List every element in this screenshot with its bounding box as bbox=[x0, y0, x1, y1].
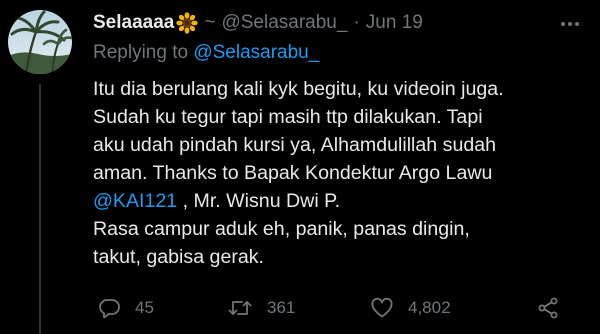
tweet[interactable]: Selaaaaa ~ @Selasarabu_ · Jun 19 Replyin… bbox=[0, 0, 600, 334]
like-button[interactable]: 4,802 bbox=[370, 296, 451, 320]
user-handle[interactable]: @Selasarabu_ bbox=[221, 12, 347, 34]
tweet-text: Itu dia berulang kali kyk begitu, ku vid… bbox=[93, 75, 593, 271]
reply-count: 45 bbox=[135, 298, 154, 317]
replying-to: Replying to @Selasarabu_ bbox=[93, 42, 319, 64]
body-mention[interactable]: @KAI121 bbox=[93, 190, 177, 212]
body-after-mention: , Mr. Wisnu Dwi P. bbox=[177, 190, 341, 212]
retweet-button[interactable]: 361 bbox=[227, 296, 295, 320]
tweet-text-line: aku udah pindah kursi ya, Alhamdulillah … bbox=[93, 134, 497, 156]
tweet-header: Selaaaaa ~ @Selasarabu_ · Jun 19 bbox=[93, 12, 423, 34]
retweet-count: 361 bbox=[267, 298, 296, 317]
tweet-text-line: takut, gabisa gerak. bbox=[93, 246, 265, 268]
replying-to-mention[interactable]: @Selasarabu_ bbox=[193, 42, 319, 63]
sunflower-icon bbox=[176, 12, 199, 34]
display-name[interactable]: Selaaaaa bbox=[93, 12, 174, 34]
share-icon bbox=[536, 296, 560, 320]
heart-icon bbox=[370, 296, 394, 320]
tweet-text-line-mention: @KAI121 , Mr. Wisnu Dwi P. bbox=[93, 187, 593, 215]
reply-button[interactable]: 45 bbox=[97, 296, 154, 320]
tweet-date[interactable]: Jun 19 bbox=[366, 12, 423, 34]
tweet-text-line: Rasa campur aduk eh, panik, panas dingin… bbox=[93, 218, 470, 240]
like-count: 4,802 bbox=[408, 298, 451, 317]
share-button[interactable] bbox=[536, 296, 560, 320]
reply-icon bbox=[97, 296, 121, 320]
more-dots-icon[interactable] bbox=[558, 14, 582, 34]
tweet-text-line: Sudah ku tegur tapi masih ttp dilakukan.… bbox=[93, 106, 483, 128]
tweet-actions: 45 361 4,802 bbox=[93, 296, 573, 322]
tweet-text-line: aman. Thanks to Bapak Kondektur Argo Law… bbox=[93, 162, 493, 184]
tweet-text-line: Itu dia berulang kali kyk begitu, ku vid… bbox=[93, 78, 504, 100]
avatar[interactable] bbox=[8, 10, 72, 74]
header-separator: · bbox=[353, 12, 360, 33]
replying-to-label: Replying to bbox=[93, 42, 189, 63]
retweet-icon bbox=[227, 296, 253, 320]
thread-line bbox=[39, 84, 41, 334]
name-suffix: ~ bbox=[204, 12, 216, 33]
